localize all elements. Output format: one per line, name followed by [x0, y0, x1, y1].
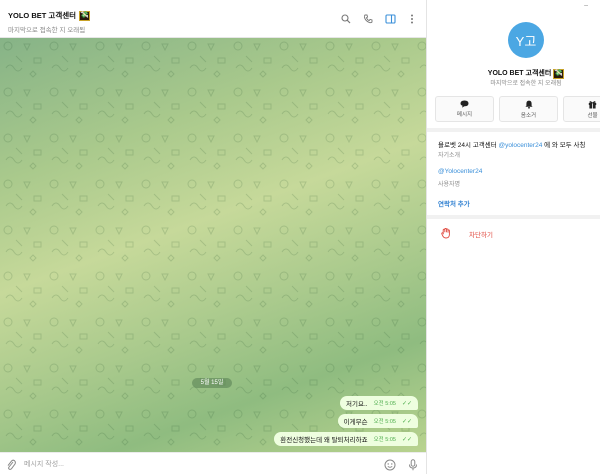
- chat-title-text[interactable]: YOLO BET 고객센터: [8, 10, 76, 21]
- bio-caption: 자기소개: [438, 153, 461, 159]
- gift-button[interactable]: 선물: [563, 96, 600, 122]
- message-text: 저기요..: [346, 401, 368, 408]
- bio-text: 욜로벳 24시 고객센터 @yolocenter24 에 와 모두 사칭: [438, 139, 585, 149]
- profile-name-text: YOLO BET 고객센터: [487, 70, 552, 77]
- search-icon[interactable]: [340, 13, 352, 25]
- emoji-icon[interactable]: [384, 458, 396, 474]
- microphone-icon[interactable]: [408, 458, 418, 474]
- double-check-icon: ✓✓: [401, 418, 412, 425]
- message-button[interactable]: 메시지: [435, 96, 494, 122]
- date-separator: 5월 15일: [192, 378, 232, 388]
- message-input[interactable]: [24, 457, 354, 471]
- chat-title[interactable]: YOLO BET 고객센터 💸: [8, 10, 91, 21]
- message-bubble[interactable]: 저기요.. 오전 5:05 ✓✓: [340, 396, 418, 410]
- gift-icon: [588, 100, 597, 108]
- paperclip-icon[interactable]: [6, 458, 16, 474]
- money-emoji-icon: 💸: [79, 10, 91, 21]
- message-text: 환전신청했는데 왜 탈퇴처리하죠: [280, 437, 368, 444]
- phone-icon[interactable]: [362, 13, 374, 25]
- section-divider: [427, 215, 600, 219]
- profile-pane: – Y고 YOLO BET 고객센터 💸 마지막으로 접속한 지 오래됨 메시지…: [427, 0, 600, 474]
- profile-actions: 메시지 음소거 선물: [435, 96, 600, 122]
- chat-header-actions: [340, 13, 418, 25]
- section-divider: [427, 128, 600, 132]
- message-time: 오전 5:05: [373, 437, 396, 443]
- doodle-pattern: [0, 38, 426, 452]
- message-icon: [460, 100, 469, 108]
- username-link[interactable]: @Yolocenter24: [438, 168, 482, 175]
- mute-button-label: 음소거: [520, 112, 537, 119]
- gift-button-label: 선물: [587, 112, 598, 119]
- add-contact-button[interactable]: 연락처 추가: [438, 198, 470, 208]
- composer: [0, 452, 426, 474]
- chat-header: YOLO BET 고객센터 💸 마지막으로 접속한 지 오래됨: [0, 0, 426, 38]
- chat-background: 5월 15일 저기요.. 오전 5:05 ✓✓ 이게무슨 오전 5:05 ✓✓ …: [0, 38, 426, 452]
- more-icon[interactable]: [406, 13, 418, 25]
- bio-suffix: 에 와 모두 사칭: [542, 142, 586, 149]
- message-button-label: 메시지: [456, 112, 473, 118]
- double-check-icon: ✓✓: [401, 436, 412, 443]
- bio-prefix: 욜로벳 24시 고객센터: [438, 142, 499, 149]
- avatar[interactable]: Y고: [508, 22, 544, 58]
- message-time: 오전 5:05: [373, 401, 396, 407]
- profile-last-seen: 마지막으로 접속한 지 오래됨: [490, 81, 562, 87]
- sidebar-icon[interactable]: [384, 13, 396, 25]
- minimize-icon[interactable]: –: [584, 2, 588, 9]
- chat-pane: YOLO BET 고객센터 💸 마지막으로 접속한 지 오래됨 5월 15일 저…: [0, 0, 426, 474]
- double-check-icon: ✓✓: [401, 400, 412, 407]
- block-label: 차단하기: [469, 231, 493, 239]
- message-bubble[interactable]: 환전신청했는데 왜 탈퇴처리하죠 오전 5:05 ✓✓: [274, 432, 418, 446]
- message-text: 이게무슨: [343, 419, 368, 426]
- message-time: 오전 5:05: [373, 419, 396, 425]
- block-button[interactable]: 차단하기: [441, 228, 493, 239]
- chat-last-seen: 마지막으로 접속한 지 오래됨: [8, 27, 86, 34]
- mute-button[interactable]: 음소거: [499, 96, 558, 122]
- bio-mention-link[interactable]: @yolocenter24: [499, 142, 543, 149]
- message-bubble[interactable]: 이게무슨 오전 5:05 ✓✓: [337, 414, 418, 428]
- username-caption: 사용자명: [438, 182, 461, 188]
- bell-icon: [524, 100, 533, 109]
- block-hand-icon: [441, 228, 450, 239]
